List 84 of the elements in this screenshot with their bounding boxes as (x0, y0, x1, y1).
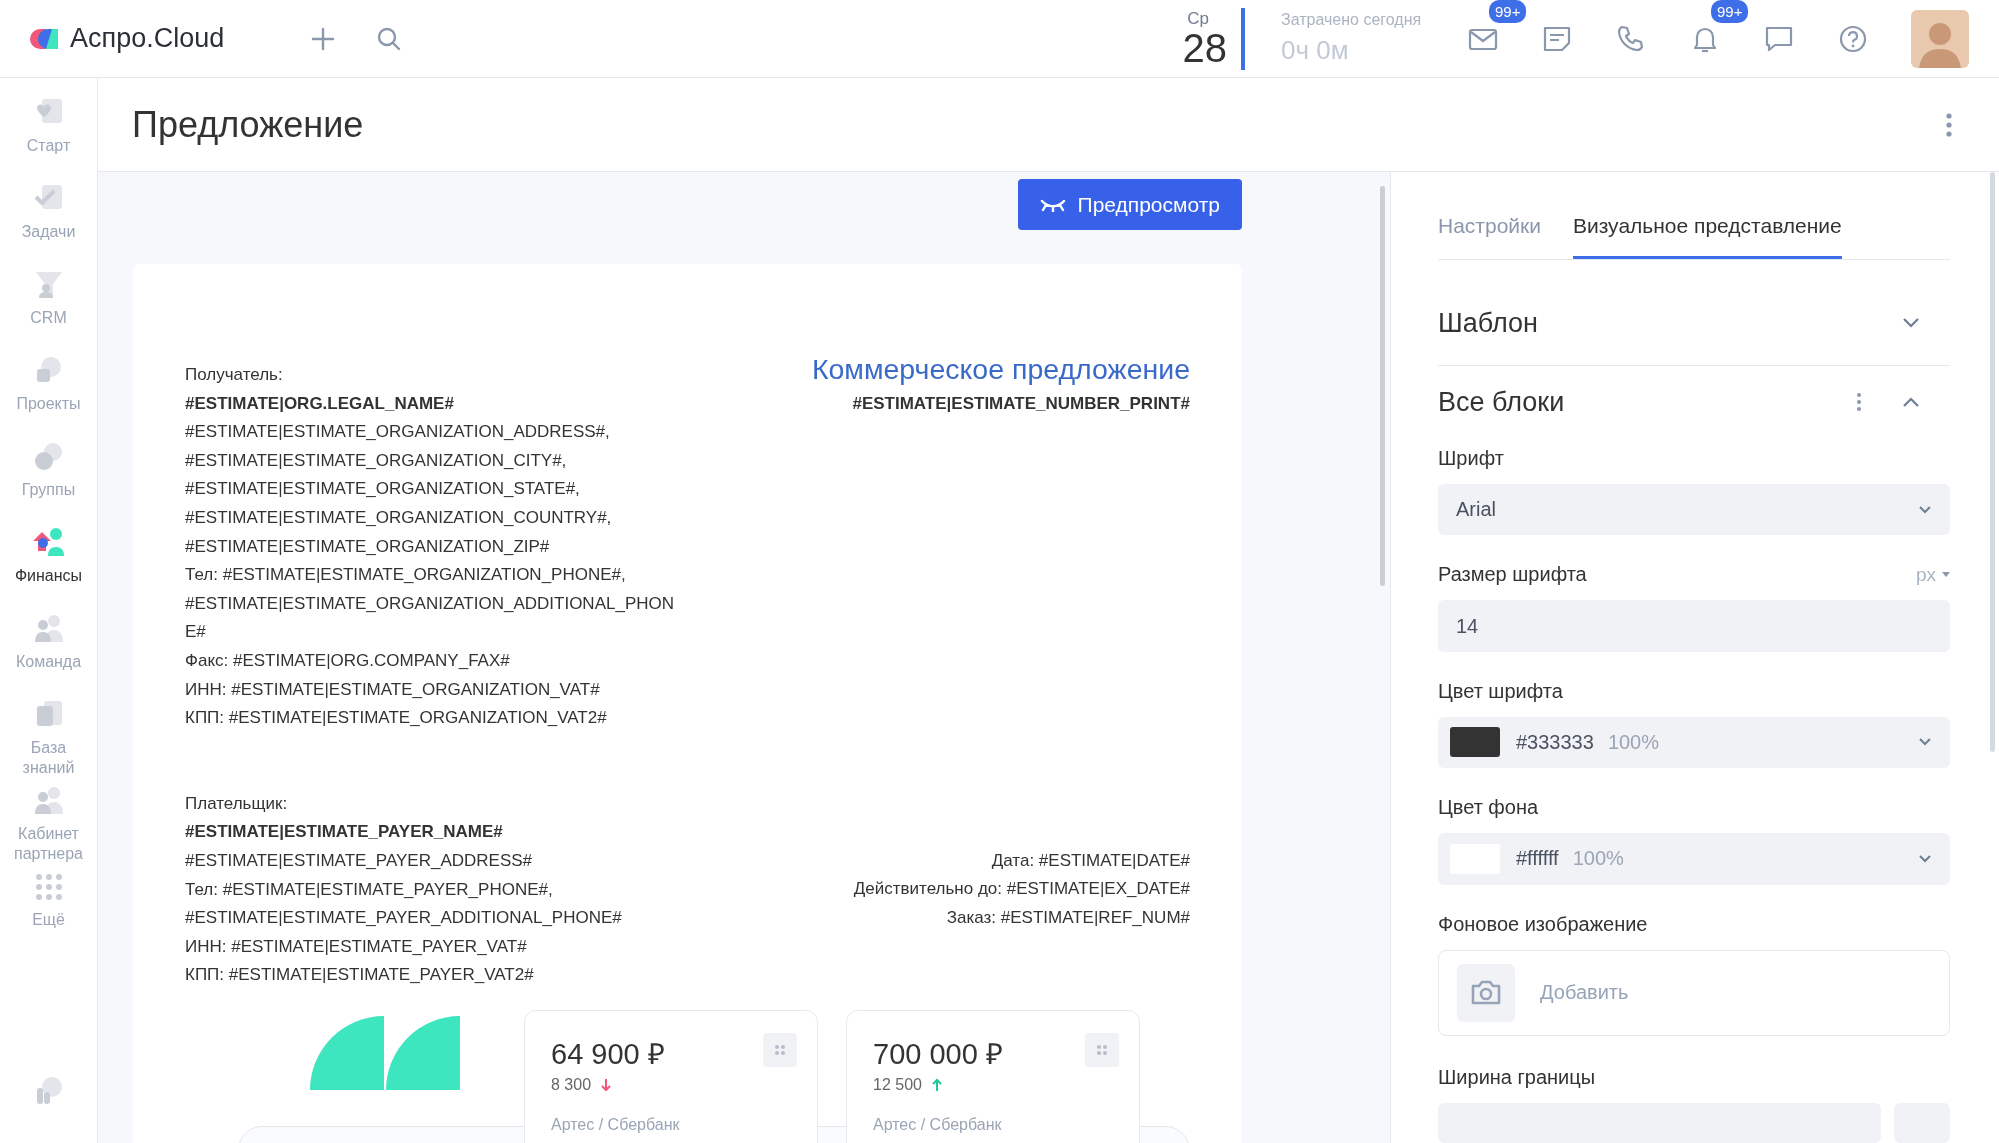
payer-line: ИНН: #ESTIMATE|ESTIMATE_PAYER_VAT# (185, 935, 528, 958)
account-label: Артес / Сбербанк (551, 1115, 681, 1134)
font-size-field[interactable]: 14 (1438, 600, 1950, 652)
camera-icon (1457, 963, 1515, 1022)
field-label: Размер шрифта (1438, 563, 1587, 587)
recipient-line: Тел: #ESTIMATE|ESTIMATE_ORGANIZATION_PHONE#, (185, 564, 627, 587)
sidebar-item[interactable]: Группы (3, 440, 94, 526)
field-label: Цвет шрифта (1438, 679, 1563, 703)
page-title: Предложение (132, 103, 364, 146)
tab[interactable]: Визуальное представление (1573, 214, 1842, 259)
field-label: Цвет фона (1438, 796, 1539, 820)
chevron-icon[interactable] (1902, 396, 1920, 409)
chevron-icon (1918, 853, 1932, 864)
payer-line: #ESTIMATE|ESTIMATE_PAYER_NAME# (185, 821, 504, 844)
image-upload[interactable]: Добавить (1438, 949, 1950, 1036)
preview-button[interactable]: Предпросмотр (1017, 179, 1242, 230)
recipient-line: ИНН: #ESTIMATE|ESTIMATE_ORGANIZATION_VAT# (185, 678, 601, 701)
recipient-line: Получатель: (185, 364, 284, 386)
day-number: 28 (1182, 27, 1227, 68)
field-label: Шрифт (1438, 447, 1504, 470)
section-title: Шаблон (1438, 307, 1539, 339)
caret-icon (1942, 571, 1950, 578)
recipient-line: Факс: #ESTIMATE|ORG.COMPANY_FAX# (185, 649, 511, 672)
sidebar-item[interactable]: Команда (3, 612, 94, 698)
logo-text: Аспро.Cloud (70, 23, 225, 54)
recipient-line: #ESTIMATE|ESTIMATE_ORGANIZATION_CITY#, (185, 449, 568, 472)
recipient-line: #ESTIMATE|ESTIMATE_ORGANIZATION_COUNTRY#, (185, 506, 613, 529)
payer-line: #ESTIMATE|ESTIMATE_PAYER_ADDRESS# (185, 849, 534, 872)
more-menu-icon[interactable] (1856, 392, 1862, 413)
recipient-line: #ESTIMATE|ESTIMATE_ORGANIZATION_ADDRESS#, (185, 421, 611, 444)
sidebar-item[interactable]: CRM (3, 268, 94, 354)
date-line: Дата: #ESTIMATE|DATE# (991, 849, 1190, 872)
section-title: Все блоки (1438, 386, 1566, 418)
add-icon[interactable] (310, 25, 337, 52)
amount: 700 000 ₽ (873, 1036, 1003, 1072)
sidebar-item[interactable]: Финансы (3, 526, 94, 612)
color-picker[interactable]: #ffffff 100% (1438, 833, 1950, 885)
drag-handle-icon[interactable] (1085, 1032, 1119, 1067)
account-label: Артес / Сбербанк (873, 1115, 1003, 1134)
sidebar-item[interactable]: Задачи (3, 182, 94, 268)
payer-line: #ESTIMATE|ESTIMATE_PAYER_ADDITIONAL_PHONE# (185, 907, 622, 930)
amount: 64 900 ₽ (551, 1036, 665, 1072)
arrow-up-icon (931, 1077, 942, 1092)
sidebar-item[interactable]: Ещё (3, 870, 94, 956)
chevron-icon (1918, 737, 1932, 748)
payer-line: Тел: #ESTIMATE|ESTIMATE_PAYER_PHONE#, (185, 878, 554, 901)
payer-line: КПП: #ESTIMATE|ESTIMATE_PAYER_VAT2# (185, 964, 535, 987)
add-image-text: Добавить (1540, 981, 1629, 1005)
recipient-line: #ESTIMATE|ORG.LEGAL_NAME# (185, 392, 455, 415)
search-icon[interactable] (376, 25, 403, 52)
field-label: Фоновое изображение (1438, 912, 1648, 936)
tab[interactable]: Настройки (1438, 214, 1541, 259)
time-spent-label: Затрачено сегодня (1281, 11, 1423, 29)
notification-badge: 99+ (1487, 0, 1529, 25)
sidebar-item[interactable]: Проекты (3, 354, 94, 440)
font-select[interactable]: Arial (1438, 484, 1950, 536)
delta-value: 8 300 (551, 1075, 592, 1094)
sidebar-item[interactable]: Старт (3, 96, 94, 182)
closed-eye-icon (1039, 197, 1066, 212)
payer-line: Плательщик: (185, 792, 289, 815)
recipient-line: #ESTIMATE|ESTIMATE_ORGANIZATION_ADDITIONAL_PHON (185, 592, 674, 615)
more-menu-icon[interactable] (1945, 111, 1953, 138)
sidebar-item[interactable]: Кабинет партнера (3, 784, 94, 870)
field-label: Ширина границы (1438, 1066, 1596, 1089)
unit-dropdown[interactable]: px (1915, 563, 1950, 586)
chevron-icon (1918, 504, 1932, 515)
sidebar-item[interactable]: База знаний (3, 698, 94, 784)
document-title: Коммерческое предложение (811, 353, 1190, 386)
recipient-line: E# (185, 621, 207, 644)
date-line: Заказ: #ESTIMATE|REF_NUM# (946, 906, 1190, 929)
recipient-line: #ESTIMATE|ESTIMATE_ORGANIZATION_STATE#, (185, 478, 581, 501)
avatar[interactable] (1911, 9, 1969, 68)
color-picker[interactable]: #333333 100% (1438, 716, 1950, 769)
document-number: #ESTIMATE|ESTIMATE_NUMBER_PRINT# (852, 393, 1190, 415)
time-spent-value: 0ч 0м (1281, 35, 1350, 66)
arrow-down-icon (601, 1077, 612, 1092)
drag-handle-icon[interactable] (763, 1032, 797, 1067)
date-line: Действительно до: #ESTIMATE|EX_DATE# (853, 878, 1190, 901)
delta-value: 12 500 (873, 1075, 922, 1094)
chevron-icon[interactable] (1902, 317, 1920, 330)
weekday: Ср (1187, 9, 1209, 28)
notification-badge: 99+ (1709, 0, 1751, 25)
recipient-line: КПП: #ESTIMATE|ESTIMATE_ORGANIZATION_VAT2# (185, 707, 608, 730)
recipient-line: #ESTIMATE|ESTIMATE_ORGANIZATION_ZIP# (185, 535, 551, 558)
